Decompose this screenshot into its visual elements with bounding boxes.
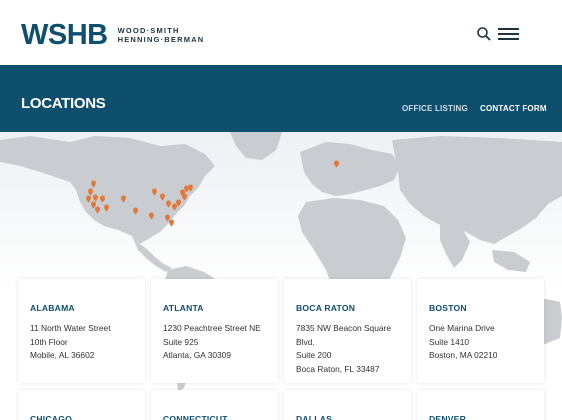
office-listing-link[interactable]: OFFICE LISTING — [402, 104, 468, 113]
greenland-landmass — [230, 132, 282, 160]
address-line: Atlanta, GA 30309 — [163, 350, 231, 361]
location-name[interactable]: ATLANTA — [163, 303, 278, 314]
location-card[interactable]: DENVER — [417, 390, 544, 420]
location-card[interactable]: CONNECTICUT — [151, 390, 278, 420]
logo-line-1: WOOD·SMITH — [117, 26, 180, 35]
search-icon[interactable] — [476, 26, 492, 42]
location-name[interactable]: DENVER — [429, 414, 544, 420]
page-title: LOCATIONS — [21, 95, 106, 112]
address-line: Suite 1410 — [429, 336, 470, 347]
hamburger-menu-icon[interactable] — [498, 26, 520, 42]
firm-logo[interactable]: WSHB WOOD·SMITH HENNING·BERMAN — [21, 19, 205, 51]
address-line: Boca Raton, FL 33487 — [296, 364, 380, 375]
address-line: 1230 Peachtree Street NE — [163, 323, 261, 333]
location-card[interactable]: CHICAGO — [18, 390, 145, 420]
location-name[interactable]: ALABAMA — [30, 303, 145, 314]
address-line: 11 North Water Street — [30, 323, 111, 333]
map-pin-icon — [169, 219, 174, 227]
logo-text: WOOD·SMITH HENNING·BERMAN — [118, 26, 205, 44]
location-card[interactable]: BOSTON One Marina Drive Suite 1410 Boston, … — [417, 279, 544, 383]
location-card[interactable]: BOCA RATON 7835 NW Beacon Square Blvd. Suit… — [284, 279, 411, 383]
address-line: 10th Floor — [30, 336, 68, 347]
site-header: WSHB WOOD·SMITH HENNING·BERMAN — [0, 0, 562, 65]
location-card[interactable]: ALABAMA 11 North Water Street 10th Floor Mo… — [18, 279, 145, 383]
locations-banner: LOCATIONS OFFICE LISTING CONTACT FORM — [0, 65, 562, 132]
address-line: Blvd. — [296, 336, 315, 347]
southeast-asia-landmass — [492, 250, 530, 272]
address-line: Suite 200 — [296, 350, 332, 361]
address-line: 7835 NW Beacon Square — [296, 323, 391, 333]
address-line: Mobile, AL 36602 — [30, 350, 95, 361]
address-line: One Marina Drive — [429, 323, 495, 333]
europe-landmass — [300, 142, 400, 196]
location-name[interactable]: BOCA RATON — [296, 303, 411, 314]
location-name[interactable]: DALLAS — [296, 414, 411, 420]
logo-mark: WSHB — [21, 19, 108, 51]
location-name[interactable]: BOSTON — [429, 303, 544, 314]
location-card[interactable]: ATLANTA 1230 Peachtree Street NE Suite 925… — [151, 279, 278, 383]
contact-form-link[interactable]: CONTACT FORM — [480, 104, 547, 113]
logo-line-2: HENNING·BERMAN — [117, 35, 205, 44]
asia-landmass — [392, 136, 562, 244]
location-card[interactable]: DALLAS — [284, 390, 411, 420]
address-line: Boston, MA 02210 — [429, 350, 498, 361]
location-name[interactable]: CHICAGO — [30, 414, 145, 420]
location-name[interactable]: CONNECTICUT — [163, 414, 278, 420]
address-line: Suite 925 — [163, 336, 199, 347]
